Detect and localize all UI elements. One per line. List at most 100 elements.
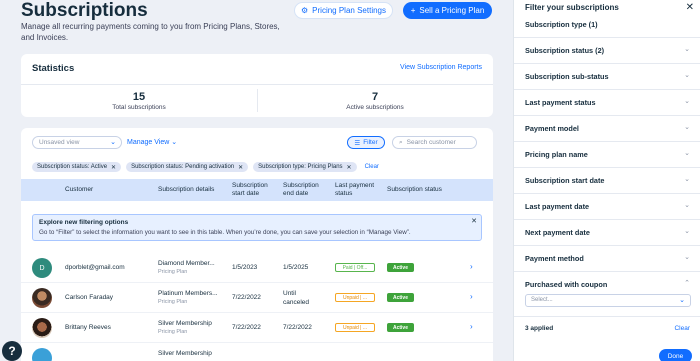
- close-icon[interactable]: ✕: [111, 164, 116, 171]
- plan-type: Pricing Plan: [158, 269, 188, 275]
- column-header-details[interactable]: Subscription details: [158, 186, 214, 194]
- plus-icon: +: [410, 6, 416, 15]
- main-content: Subscriptions Manage all recurring payme…: [0, 0, 513, 361]
- plan-name: Diamond Member...: [158, 260, 215, 267]
- search-placeholder: Search customer: [406, 139, 456, 146]
- chevron-down-icon: ⌄: [684, 176, 690, 183]
- chevron-down-icon: ⌄: [684, 228, 690, 235]
- close-icon[interactable]: ✕: [686, 2, 694, 13]
- view-reports-link[interactable]: View Subscription Reports: [400, 64, 482, 71]
- filter-section-label: Last payment date: [525, 202, 590, 211]
- page-title: Subscriptions: [21, 0, 148, 21]
- start-date: 1/5/2023: [232, 264, 258, 271]
- filter-section-label: Subscription status (2): [525, 46, 605, 55]
- column-header-end-date[interactable]: Subscription end date: [283, 182, 327, 198]
- statistics-title: Statistics: [32, 63, 75, 74]
- end-date: 7/22/2022: [283, 324, 312, 331]
- start-date: 7/22/2022: [232, 324, 261, 331]
- close-icon[interactable]: ✕: [347, 164, 352, 171]
- filter-chip-label: Subscription status: Active: [37, 164, 108, 170]
- avatar: D: [32, 258, 52, 278]
- coupon-select-placeholder: Select...: [531, 297, 553, 303]
- help-button[interactable]: ?: [2, 341, 22, 361]
- filter-chip[interactable]: Subscription status: Pending activation …: [126, 162, 249, 172]
- filter-chip-label: Subscription type: Pricing Plans: [258, 164, 343, 170]
- manage-view-button[interactable]: Manage View ⌄: [127, 138, 177, 146]
- chevron-down-icon: ⌄: [684, 98, 690, 105]
- filter-section[interactable]: Pricing plan name ⌄: [514, 142, 700, 168]
- filter-label: Filter: [363, 139, 378, 146]
- plan-type: Pricing Plan: [158, 329, 188, 335]
- avatar: [32, 348, 52, 361]
- filter-button[interactable]: ☰ Filter: [347, 136, 385, 149]
- sell-pricing-plan-button[interactable]: + Sell a Pricing Plan: [403, 2, 492, 19]
- start-date: 7/22/2022: [232, 294, 261, 301]
- filter-section[interactable]: Last payment status ⌄: [514, 90, 700, 116]
- customer-name: Carlson Faraday: [65, 294, 114, 301]
- filter-section[interactable]: Payment model ⌄: [514, 116, 700, 142]
- status-badge: Active: [387, 323, 414, 332]
- chevron-down-icon: ⌄: [679, 297, 685, 304]
- coupon-select[interactable]: Select... ⌄: [525, 294, 691, 307]
- stat-total-label: Total subscriptions: [112, 104, 166, 111]
- chevron-right-icon[interactable]: ›: [470, 262, 473, 271]
- table-row[interactable]: Silver Membership: [21, 343, 493, 361]
- info-banner: Explore new filtering options Go to “Fil…: [32, 214, 482, 241]
- stat-total: 15 Total subscriptions: [21, 91, 257, 112]
- pricing-plan-settings-button[interactable]: ⚙ Pricing Plan Settings: [294, 2, 393, 19]
- clear-filters-link[interactable]: Clear: [365, 164, 379, 170]
- status-badge: Active: [387, 293, 414, 302]
- filter-chip[interactable]: Subscription type: Pricing Plans ✕: [253, 162, 357, 172]
- subscriptions-table-card: Unsaved view ⌄ Manage View ⌄ ☰ Filter ⌕ …: [21, 128, 493, 361]
- end-date: Until canceled: [283, 290, 310, 306]
- gear-icon: ⚙: [301, 6, 309, 15]
- filter-section-label: Payment model: [525, 124, 579, 133]
- filter-section[interactable]: Last payment date ⌄: [514, 194, 700, 220]
- filter-section[interactable]: Subscription sub-status ⌄: [514, 64, 700, 90]
- table-row[interactable]: Brittany Reeves Silver Membership Pricin…: [21, 313, 493, 343]
- column-header-customer[interactable]: Customer: [65, 186, 93, 194]
- plan-type: Pricing Plan: [158, 299, 188, 305]
- filter-section-label: Pricing plan name: [525, 150, 588, 159]
- payment-status-badge: Paid | Off...: [335, 263, 375, 272]
- view-select[interactable]: Unsaved view ⌄: [32, 136, 122, 149]
- filter-icon: ☰: [354, 139, 361, 147]
- filter-section-label: Subscription start date: [525, 176, 605, 185]
- filter-section[interactable]: Next payment date ⌄: [514, 220, 700, 246]
- chevron-down-icon: ⌄: [684, 124, 690, 131]
- chevron-up-icon: ⌃: [684, 280, 690, 287]
- table-row[interactable]: D dporblet@gmail.com Diamond Member... P…: [21, 253, 493, 283]
- filter-section-label: Purchased with coupon: [525, 280, 608, 289]
- filter-section[interactable]: Payment method ⌄: [514, 246, 700, 272]
- column-header-start-date[interactable]: Subscription start date: [232, 182, 276, 198]
- clear-all-link[interactable]: Clear: [674, 325, 690, 332]
- close-icon[interactable]: ✕: [471, 217, 477, 225]
- chevron-down-icon: ⌄: [684, 72, 690, 79]
- stat-active-label: Active subscriptions: [346, 104, 404, 111]
- chevron-right-icon[interactable]: ›: [470, 292, 473, 301]
- divider: [21, 84, 493, 85]
- end-date: 1/5/2025: [283, 264, 309, 271]
- pricing-plan-settings-label: Pricing Plan Settings: [312, 6, 386, 15]
- plan-name: Silver Membership: [158, 350, 212, 357]
- search-input[interactable]: ⌕ Search customer: [392, 136, 477, 149]
- column-header-status[interactable]: Subscription status: [387, 186, 442, 194]
- filter-section-subscription-type[interactable]: Subscription type (1): [514, 14, 700, 38]
- customer-name: dporblet@gmail.com: [65, 264, 125, 271]
- chevron-down-icon: ⌄: [684, 46, 690, 53]
- manage-view-label: Manage View: [127, 139, 170, 146]
- close-icon[interactable]: ✕: [238, 164, 243, 171]
- done-button[interactable]: Done: [659, 349, 692, 361]
- chevron-down-icon: ⌄: [684, 202, 690, 209]
- divider: [514, 316, 700, 317]
- table-row[interactable]: Carlson Faraday Platinum Members... Pric…: [21, 283, 493, 313]
- filter-section[interactable]: Subscription start date ⌄: [514, 168, 700, 194]
- sell-pricing-plan-label: Sell a Pricing Plan: [419, 6, 485, 15]
- chevron-right-icon[interactable]: ›: [470, 322, 473, 331]
- column-header-last-payment[interactable]: Last payment status: [335, 182, 379, 198]
- plan-name: Silver Membership: [158, 320, 212, 327]
- filter-section[interactable]: Subscription status (2) ⌄: [514, 38, 700, 64]
- avatar: [32, 288, 52, 308]
- statistics-card: Statistics View Subscription Reports 15 …: [21, 54, 493, 117]
- filter-chip[interactable]: Subscription status: Active ✕: [32, 162, 122, 172]
